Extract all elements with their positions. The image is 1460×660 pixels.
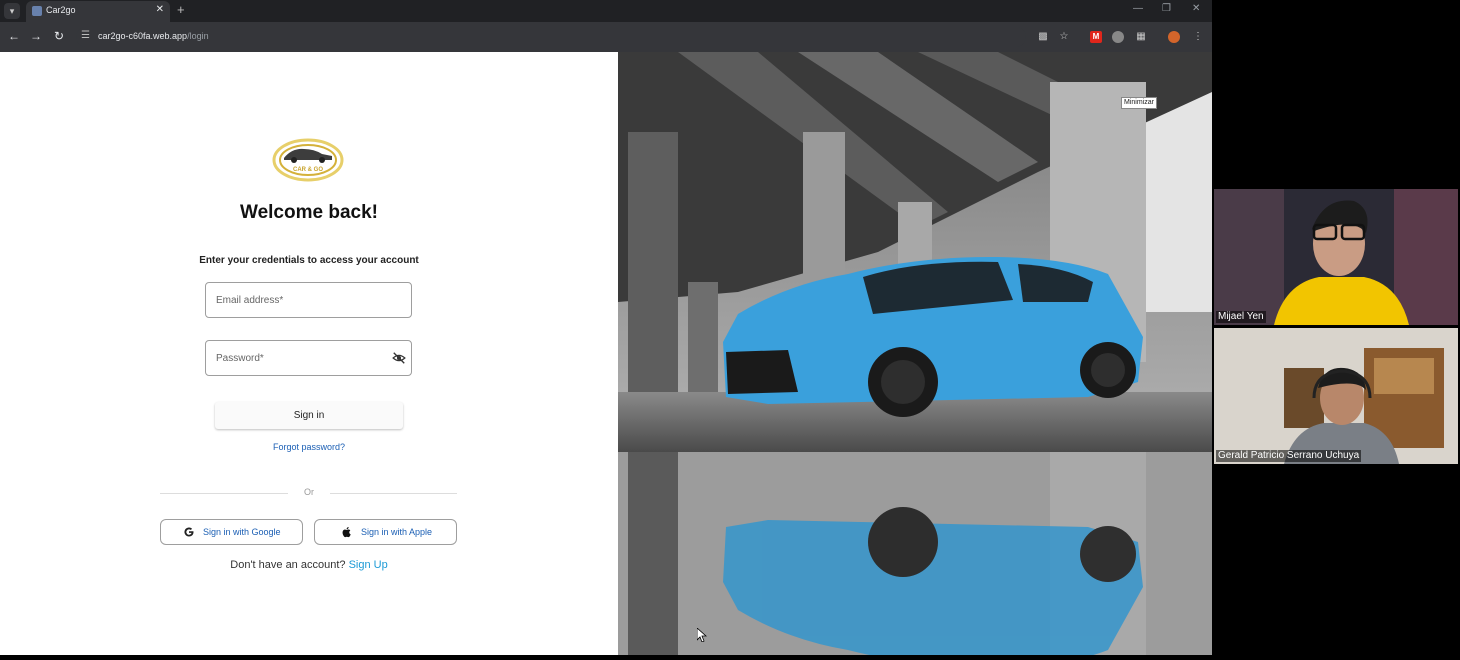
divider <box>330 493 457 494</box>
participant-name: Mijael Yen <box>1216 311 1266 323</box>
maximize-icon[interactable]: ❐ <box>1162 3 1171 14</box>
back-arrow-icon[interactable]: ← <box>8 29 20 43</box>
forgot-password-link[interactable]: Forgot password? <box>0 442 618 452</box>
password-input[interactable] <box>206 341 411 375</box>
reload-icon[interactable]: ↻ <box>54 29 64 43</box>
google-sign-in-label: Sign in with Google <box>203 527 281 537</box>
extension-icon[interactable] <box>1112 31 1124 43</box>
car-reflection <box>723 507 1143 655</box>
apple-sign-in-label: Sign in with Apple <box>361 527 433 537</box>
plus-icon[interactable]: + <box>177 2 185 17</box>
divider <box>160 493 288 494</box>
minimize-icon[interactable]: — <box>1133 3 1143 14</box>
browser-window: ▾ Car2go ✕ + — ❐ ✕ ← → ↻ ☰ car2go-c60fa.… <box>0 0 1212 655</box>
page-title: Welcome back! <box>240 202 378 223</box>
translate-icon[interactable]: ▩ <box>1037 31 1049 43</box>
extensions-puzzle-icon[interactable]: ▦ <box>1135 31 1147 43</box>
login-panel: CAR & GO Welcome back! Enter your creden… <box>0 52 618 655</box>
tab-bar: ▾ Car2go ✕ + — ❐ ✕ <box>0 0 1212 22</box>
close-icon[interactable]: ✕ <box>156 4 164 15</box>
password-field[interactable] <box>205 340 412 376</box>
divider-label: Or <box>304 487 314 497</box>
tab-title: Car2go <box>46 5 76 15</box>
tab-search-icon[interactable]: ▾ <box>4 3 20 19</box>
favicon-icon <box>32 6 42 16</box>
car-and-go-logo: CAR & GO <box>272 138 344 182</box>
profile-avatar-icon[interactable] <box>1168 31 1180 43</box>
sign-in-button[interactable]: Sign in <box>215 402 403 429</box>
no-account-text: Don't have an account? <box>230 559 346 571</box>
star-icon[interactable]: ☆ <box>1058 31 1070 43</box>
participant-name: Gerald Patricio Serrano Uchuya <box>1216 450 1362 462</box>
hero-car-image <box>618 52 1212 655</box>
participant-video <box>1214 189 1458 325</box>
window-close-icon[interactable]: ✕ <box>1192 3 1200 14</box>
login-subtitle: Enter your credentials to access your ac… <box>199 255 419 266</box>
address-bar[interactable]: ☰ car2go-c60fa.web.app/login <box>76 27 1026 47</box>
more-vert-icon[interactable]: ⋮ <box>1192 31 1204 43</box>
browser-toolbar: ← → ↻ ☰ car2go-c60fa.web.app/login ▩ ☆ M… <box>0 22 1212 52</box>
sign-up-link[interactable]: Sign Up <box>349 559 388 571</box>
extension-icon[interactable]: M <box>1090 31 1102 43</box>
tab-car2go[interactable]: Car2go ✕ <box>26 1 170 22</box>
site-info-icon[interactable]: ☰ <box>81 30 90 41</box>
participant-video <box>1214 328 1458 464</box>
google-sign-in-button[interactable]: Sign in with Google <box>160 519 303 545</box>
mouse-cursor-icon <box>697 628 707 642</box>
participant-tile[interactable]: Gerald Patricio Serrano Uchuya <box>1214 328 1458 464</box>
apple-sign-in-button[interactable]: Sign in with Apple <box>314 519 457 545</box>
screen: ▾ Car2go ✕ + — ❐ ✕ ← → ↻ ☰ car2go-c60fa.… <box>0 0 1460 660</box>
apple-icon <box>342 527 351 538</box>
email-input[interactable] <box>206 283 411 317</box>
email-field[interactable] <box>205 282 412 318</box>
minimize-tooltip: Minimizar <box>1121 97 1157 109</box>
google-icon <box>184 527 194 537</box>
forward-arrow-icon[interactable]: → <box>30 29 42 43</box>
visibility-off-icon[interactable] <box>392 351 406 365</box>
signup-prompt: Don't have an account? Sign Up <box>0 559 618 571</box>
logo-text: CAR & GO <box>293 167 323 173</box>
participant-tile[interactable]: Mijael Yen <box>1214 189 1458 325</box>
page-content: CAR & GO Welcome back! Enter your creden… <box>0 52 1212 655</box>
url-text: car2go-c60fa.web.app/login <box>98 31 209 41</box>
